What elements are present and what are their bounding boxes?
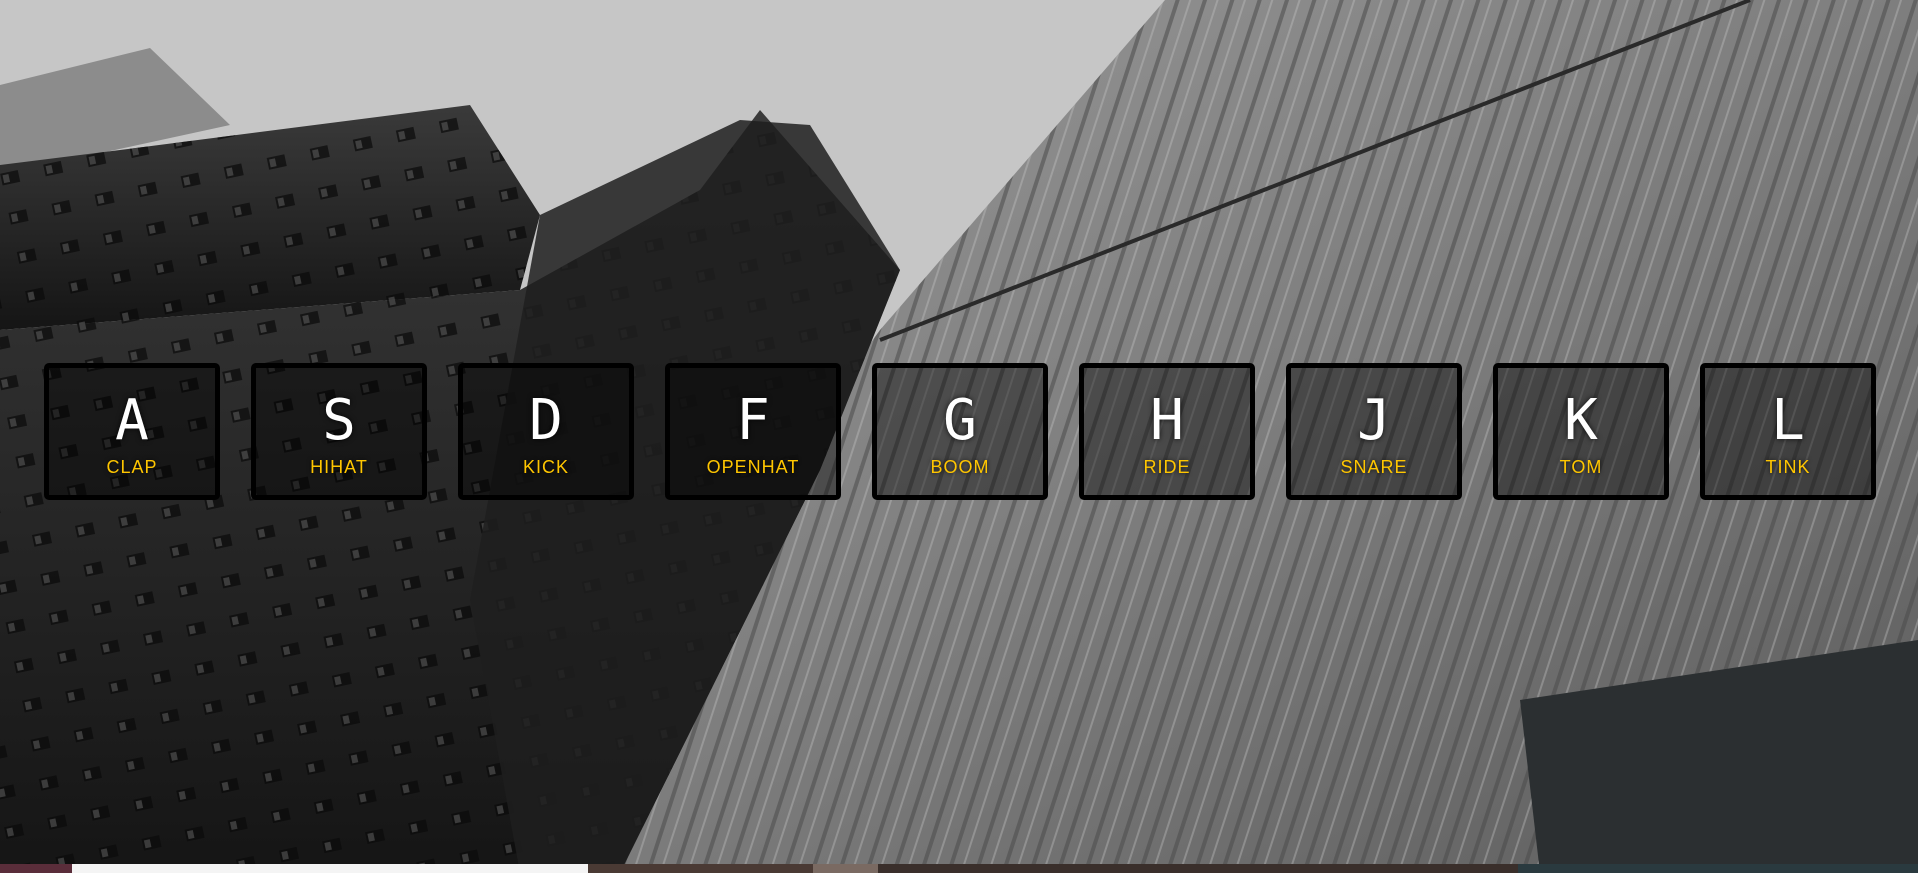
strip-segment (588, 864, 813, 873)
key-sound-label: BOOM (930, 457, 990, 477)
key-sound-label: TINK (1765, 457, 1811, 477)
key-s[interactable]: S HIHAT (251, 363, 427, 500)
key-letter: G (943, 388, 977, 453)
key-letter: S (322, 388, 356, 453)
drum-keys: A CLAP S HIHAT D KICK F OPENHAT G BOOM H… (44, 363, 1878, 500)
key-letter: K (1564, 388, 1598, 453)
drum-kit-page: A CLAP S HIHAT D KICK F OPENHAT G BOOM H… (0, 0, 1918, 873)
key-sound-label: CLAP (106, 457, 158, 477)
key-k[interactable]: K TOM (1493, 363, 1669, 500)
key-sound-label: RIDE (1143, 457, 1191, 477)
key-letter: J (1357, 388, 1391, 453)
key-letter: F (736, 388, 770, 453)
strip-segment (813, 864, 878, 873)
key-f[interactable]: F OPENHAT (665, 363, 841, 500)
key-letter: A (115, 388, 149, 453)
key-j[interactable]: J SNARE (1286, 363, 1462, 500)
key-letter: D (529, 388, 563, 453)
strip-segment (72, 864, 588, 873)
key-sound-label: TOM (1559, 457, 1603, 477)
key-l[interactable]: L TINK (1700, 363, 1876, 500)
strip-segment (0, 864, 72, 873)
strip-segment (878, 864, 1518, 873)
key-sound-label: KICK (522, 457, 569, 477)
key-a[interactable]: A CLAP (44, 363, 220, 500)
key-sound-label: HIHAT (310, 457, 368, 477)
key-g[interactable]: G BOOM (872, 363, 1048, 500)
key-sound-label: SNARE (1340, 457, 1408, 477)
key-d[interactable]: D KICK (458, 363, 634, 500)
key-letter: L (1771, 388, 1805, 453)
key-letter: H (1150, 388, 1184, 453)
key-sound-label: OPENHAT (706, 457, 800, 477)
strip-segment (1518, 864, 1918, 873)
key-h[interactable]: H RIDE (1079, 363, 1255, 500)
bottom-color-strip (0, 864, 1918, 873)
